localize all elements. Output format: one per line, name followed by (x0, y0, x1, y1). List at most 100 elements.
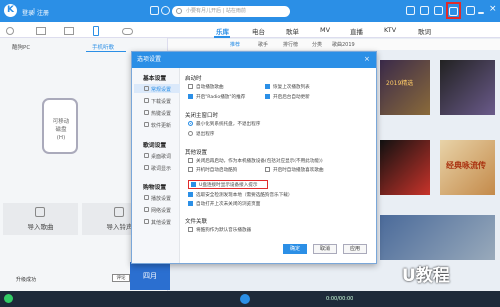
sidebar-head-basic: 基本设置 (143, 76, 167, 82)
option-radio-recommend: 开启"Radio播放"的推荐 (196, 95, 246, 100)
radio-button[interactable] (188, 131, 193, 136)
monitor-icon[interactable] (64, 27, 74, 35)
lyrics-display-icon (144, 165, 149, 170)
apply-button[interactable]: 应用 (343, 244, 367, 254)
tab-library[interactable]: 乐库 (216, 26, 229, 36)
menu-icon[interactable] (466, 6, 475, 15)
option-minimize-tray: 最小化到系统托盘，不退出程序 (196, 122, 261, 127)
highlight-box (446, 2, 461, 19)
import-songs-label: 导入歌曲 (27, 223, 54, 231)
subtab-rank[interactable]: 排行榜 (283, 41, 298, 48)
watermark: U教程 (402, 266, 450, 286)
sidebar-item-lyrics-display[interactable]: 歌词显示 (151, 165, 171, 172)
sidebar-item-desktop-lyrics[interactable]: 桌面歌词 (151, 153, 171, 160)
search-input[interactable]: 小要有月儿开后 | 站在雨前 (172, 6, 290, 17)
album-title: 经典咏流传 (446, 161, 486, 170)
subtab-songs[interactable]: 歌曲2019 (332, 41, 355, 48)
album-cover[interactable] (380, 60, 430, 115)
sidebar-item-general[interactable]: 常规设置 (151, 86, 171, 93)
sidebar-item-other[interactable]: 其他设置 (151, 219, 171, 226)
other-settings-icon (144, 219, 149, 224)
checkbox[interactable] (265, 167, 270, 172)
update-icon (144, 122, 149, 127)
checkbox[interactable] (265, 94, 270, 99)
option-default-player: 将酷狗作为默认音乐播放器 (196, 228, 252, 233)
radio-button[interactable] (188, 121, 193, 126)
refresh-icon[interactable] (161, 6, 170, 15)
separator: | (33, 8, 36, 15)
checkbox[interactable] (188, 192, 193, 197)
tab-ktv[interactable]: KTV (384, 26, 396, 34)
ok-button[interactable]: 确定 (283, 244, 307, 254)
option-restore-list: 恢复上次播放列表 (273, 85, 310, 90)
option-usb-prompt: U盘连接时显示设备接入提示 (199, 183, 258, 188)
album-cover[interactable] (380, 140, 430, 195)
back-icon[interactable] (150, 6, 159, 15)
option-autoplay: 自动播放歌曲 (196, 85, 224, 90)
subtab-recommend[interactable]: 推荐 (230, 41, 240, 48)
desktop-lyrics-icon (144, 153, 149, 158)
tab-playlist[interactable]: 歌单 (286, 26, 299, 36)
option-reopen-pages: 自动打开上次未关闭的浏览页面 (196, 202, 261, 207)
checkbox[interactable] (188, 227, 193, 232)
play-settings-icon (144, 195, 149, 200)
sidebar-item-update[interactable]: 软件更新 (151, 122, 171, 129)
option-device: 关闭后再启动，作为本机播放设备(包括对应显示(不用此功能)) (196, 159, 323, 164)
tab-live[interactable]: 直播 (350, 26, 363, 36)
checkbox[interactable] (191, 182, 196, 187)
option-startup-launch: 开机时自动启动酷狗 (196, 168, 238, 173)
tab-pc[interactable]: 酷狗PC (12, 43, 30, 51)
checkbox[interactable] (265, 84, 270, 89)
mobile-icon[interactable] (93, 26, 99, 36)
comment-button[interactable]: 评论 (112, 274, 130, 282)
april-banner[interactable]: 四月 (130, 262, 170, 290)
banner-image[interactable] (380, 215, 495, 260)
checkbox[interactable] (188, 158, 193, 163)
app-logo[interactable]: K (4, 4, 17, 17)
shirt-icon[interactable] (434, 6, 443, 15)
option-exit: 退出程序 (196, 132, 215, 137)
sidebar-item-hotkey[interactable]: 热键设置 (151, 110, 171, 117)
minimize-icon[interactable] (478, 12, 484, 14)
option-security-check: 选取安全检测发现本地（需要选酷狗音乐下载） (196, 193, 293, 198)
cancel-button[interactable]: 取消 (313, 244, 337, 254)
checkbox[interactable] (188, 201, 193, 206)
tab-indicator (214, 36, 230, 38)
settings-icon (144, 86, 149, 91)
player-bar (0, 291, 500, 307)
device-label: 可移动磁盘(H) (52, 119, 70, 141)
checkbox[interactable] (188, 84, 193, 89)
sidebar-head-shopping: 购物设置 (143, 185, 167, 191)
tab-radio[interactable]: 电台 (252, 26, 265, 36)
tab-mv[interactable]: MV (320, 26, 330, 34)
section-other: 其他设置 (185, 150, 208, 156)
music-icon (35, 207, 45, 217)
tab-phone[interactable]: 手机听歌 (92, 43, 114, 51)
checkbox[interactable] (188, 94, 193, 99)
cloud-icon[interactable] (122, 28, 133, 35)
sidebar-item-network[interactable]: 网络设置 (151, 207, 171, 214)
time-display: 0:00/00:00 (326, 296, 354, 302)
dialog-title: 选项设置 (132, 52, 376, 68)
subtab-singer[interactable]: 歌手 (258, 41, 268, 48)
option-auto-update: 开启后台自动更新 (273, 95, 310, 100)
close-icon[interactable]: × (489, 4, 497, 14)
subtab-category[interactable]: 分类 (312, 41, 322, 48)
status-icon (4, 294, 13, 303)
sidebar-head-lyrics: 歌词设置 (143, 143, 167, 149)
sidebar-item-play[interactable]: 播放设置 (151, 195, 171, 202)
message-icon[interactable] (406, 6, 415, 15)
status-text: 升级成功 (16, 277, 37, 283)
tv-icon[interactable] (36, 27, 46, 35)
register-link[interactable]: 注册 (37, 8, 49, 17)
user-icon[interactable] (420, 6, 429, 15)
sidebar-item-download[interactable]: 下载设置 (151, 98, 171, 105)
checkbox[interactable] (188, 167, 193, 172)
import-songs-button[interactable]: 导入歌曲 (3, 203, 78, 235)
bell-icon (114, 207, 124, 217)
album-cover[interactable] (440, 60, 495, 115)
play-icon[interactable] (240, 294, 250, 304)
music-note-icon[interactable] (6, 27, 14, 35)
tab-lyrics[interactable]: 歌词 (418, 26, 431, 36)
dialog-close-icon[interactable]: × (364, 55, 370, 63)
